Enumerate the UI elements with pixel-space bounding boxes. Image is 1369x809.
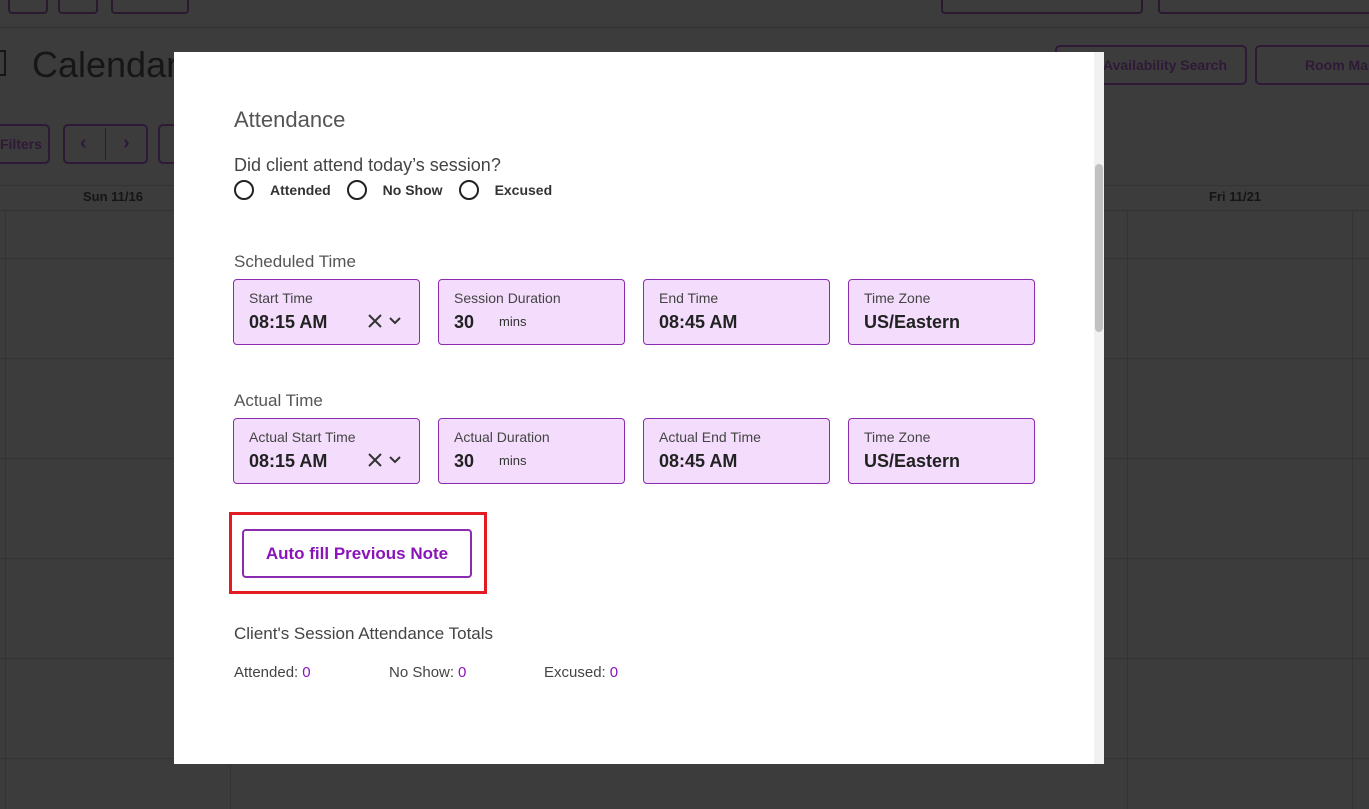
field-label: Time Zone: [864, 290, 931, 306]
radio-circle-icon[interactable]: [458, 180, 479, 200]
radio-no-show[interactable]: No Show: [346, 180, 443, 200]
field-label: Session Duration: [454, 290, 561, 306]
field-value: US/Eastern: [864, 312, 961, 332]
search-box[interactable]: [1158, 0, 1369, 14]
day-header-fri: Fri 11/21: [1209, 189, 1262, 204]
auto-fill-previous-note-button[interactable]: Auto fill Previous Note: [242, 529, 472, 578]
end-time-field[interactable]: End Time 08:45 AM: [643, 279, 830, 345]
no-show-total-label: No Show:: [389, 664, 455, 681]
clear-icon[interactable]: [366, 312, 384, 330]
attendance-title: Attendance: [234, 107, 346, 132]
radio-circle-icon[interactable]: [346, 180, 367, 200]
radio-excused[interactable]: Excused: [458, 180, 553, 200]
field-label: End Time: [659, 290, 719, 306]
modal-scrollbar[interactable]: [1094, 52, 1104, 764]
grid-line: [1127, 210, 1128, 809]
field-label: Start Time: [249, 290, 313, 306]
no-show-total: No Show: 0: [389, 664, 466, 681]
field-unit: mins: [499, 314, 527, 329]
top-toolbar: [0, 0, 1369, 28]
week-nav: ‹ ›: [63, 124, 148, 164]
scheduled-time-title: Scheduled Time: [234, 252, 356, 271]
actual-duration-field[interactable]: Actual Duration 30 mins: [438, 418, 625, 484]
actual-end-time-field[interactable]: Actual End Time 08:45 AM: [643, 418, 830, 484]
radio-label: Excused: [494, 182, 553, 198]
radio-attended[interactable]: Attended: [234, 180, 331, 200]
day-header-sun: Sun 11/16: [83, 189, 143, 204]
toolbar-button[interactable]: [58, 0, 98, 14]
toolbar-button[interactable]: [111, 0, 189, 14]
actual-time-zone-field[interactable]: Time Zone US/Eastern: [848, 418, 1035, 484]
toolbar-button[interactable]: [941, 0, 1143, 14]
field-label: Actual Duration: [454, 429, 550, 445]
excused-total: Excused: 0: [544, 664, 618, 681]
time-zone-field[interactable]: Time Zone US/Eastern: [848, 279, 1035, 345]
field-label: Actual End Time: [659, 429, 761, 445]
filters-button[interactable]: Filters: [0, 124, 50, 164]
attended-total: Attended: 0: [234, 664, 311, 681]
field-value: 30: [454, 312, 475, 332]
field-label: Actual Start Time: [249, 429, 356, 445]
radio-label: Attended: [270, 182, 331, 198]
page-title: Calendar: [32, 44, 179, 85]
attendance-options: Attended No Show Excused: [234, 180, 568, 200]
excused-total-count: 0: [609, 664, 619, 681]
toolbar-button[interactable]: [8, 0, 48, 14]
room-management-button[interactable]: Room Ma: [1255, 45, 1369, 85]
actual-start-time-select[interactable]: Actual Start Time 08:15 AM: [233, 418, 420, 484]
attended-total-count: 0: [302, 664, 311, 681]
no-show-total-count: 0: [458, 664, 467, 681]
field-value: 30: [454, 451, 475, 471]
next-week-button[interactable]: ›: [123, 132, 130, 155]
attended-total-label: Attended:: [234, 664, 299, 681]
field-value: 08:45 AM: [659, 451, 738, 471]
start-time-select[interactable]: Start Time 08:15 AM: [233, 279, 420, 345]
attendance-totals-title: Client's Session Attendance Totals: [234, 624, 494, 643]
excused-total-label: Excused:: [544, 664, 606, 681]
grid-line: [1352, 210, 1353, 809]
radio-label: No Show: [382, 182, 443, 198]
calendar-icon: [0, 50, 6, 76]
divider: [105, 128, 106, 160]
field-value: US/Eastern: [864, 451, 961, 471]
prev-week-button[interactable]: ‹: [80, 132, 87, 155]
actual-time-title: Actual Time: [234, 391, 323, 410]
attendance-question: Did client attend today’s session?: [234, 155, 501, 175]
grid-line: [5, 210, 6, 809]
chevron-down-icon[interactable]: [388, 454, 402, 466]
radio-circle-icon[interactable]: [234, 180, 254, 200]
field-value: 08:15 AM: [249, 312, 328, 332]
field-value: 08:15 AM: [249, 451, 328, 471]
field-label: Time Zone: [864, 429, 931, 445]
clear-icon[interactable]: [366, 451, 384, 469]
session-duration-field[interactable]: Session Duration 30 mins: [438, 279, 625, 345]
attendance-modal: Attendance Did client attend today’s ses…: [174, 52, 1104, 764]
scrollbar-thumb[interactable]: [1095, 164, 1103, 332]
chevron-down-icon[interactable]: [388, 315, 402, 327]
field-value: 08:45 AM: [659, 312, 738, 332]
field-unit: mins: [499, 453, 527, 468]
